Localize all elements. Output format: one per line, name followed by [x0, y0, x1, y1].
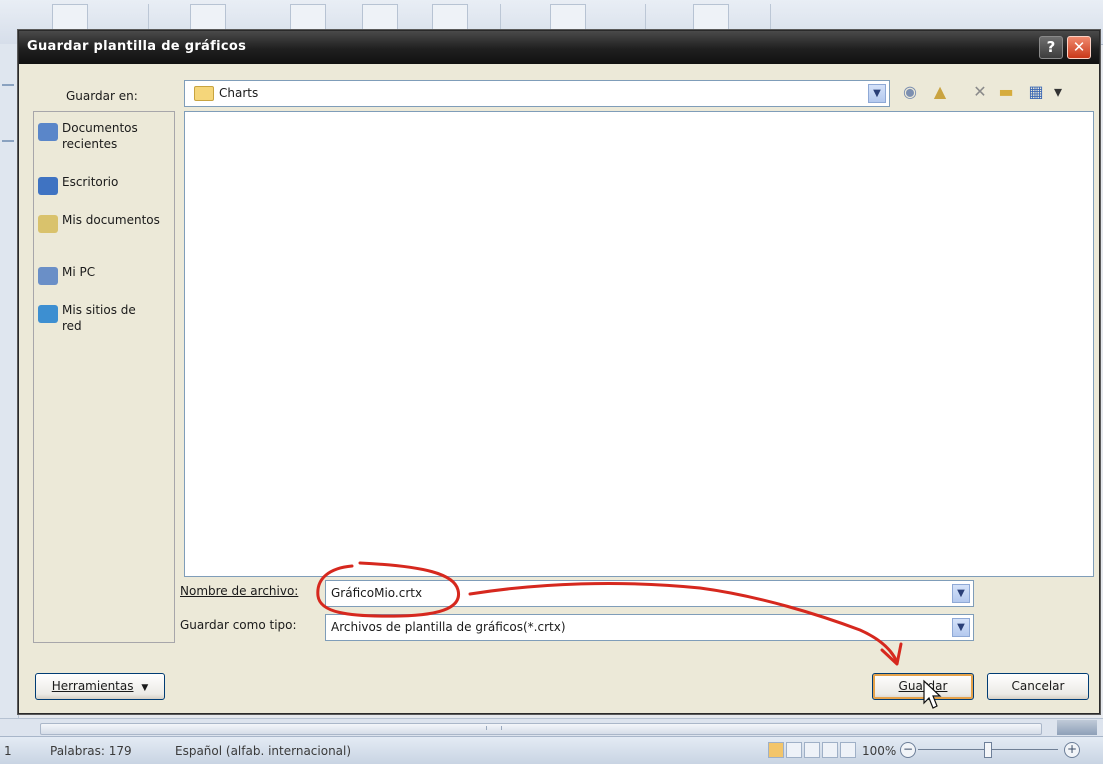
filename-value: GráficoMio.crtx — [331, 586, 423, 600]
place-desktop[interactable]: Escritorio — [38, 174, 170, 196]
scrollbar-thumb[interactable] — [40, 723, 1042, 735]
horizontal-scrollbar[interactable] — [0, 718, 1103, 737]
back-icon[interactable]: ◉ — [899, 80, 921, 104]
save-in-label: Guardar en: — [66, 89, 138, 103]
web-layout-view-button[interactable] — [804, 742, 820, 758]
up-folder-icon[interactable]: ▲ — [929, 80, 951, 104]
filetype-label: Guardar como tipo: — [180, 618, 297, 632]
zoom-in-button[interactable]: + — [1064, 742, 1080, 758]
filetype-value: Archivos de plantilla de gráficos(*.crtx… — [331, 620, 566, 634]
new-folder-icon[interactable]: ▬ — [995, 80, 1017, 104]
views-icon[interactable]: ▦ — [1025, 80, 1047, 104]
my-computer-icon — [38, 267, 58, 285]
cancel-label: Cancelar — [1011, 679, 1065, 693]
place-label: Escritorio — [62, 175, 119, 189]
chevron-down-icon[interactable]: ▼ — [952, 618, 970, 637]
zoom-out-button[interactable]: − — [900, 742, 916, 758]
document-left-edge — [0, 44, 19, 734]
outline-view-button[interactable] — [822, 742, 838, 758]
tools-button[interactable]: Herramientas ▼ — [35, 673, 165, 700]
close-button[interactable]: ✕ — [1067, 36, 1091, 59]
delete-icon[interactable]: ✕ — [969, 80, 991, 104]
place-label: Mis documentos — [62, 213, 160, 227]
place-my-documents[interactable]: Mis documentos — [38, 212, 170, 248]
filename-label: Nombre de archivo: — [180, 584, 299, 598]
tools-label: Herramientas — [51, 679, 134, 693]
status-bar: 1 Palabras: 179 Español (alfab. internac… — [0, 736, 1103, 764]
help-button[interactable]: ? — [1039, 36, 1063, 59]
filetype-dropdown[interactable]: Archivos de plantilla de gráficos(*.crtx… — [325, 614, 974, 641]
save-button[interactable]: Guardar — [872, 673, 974, 700]
place-recent-documents[interactable]: Documentos recientes — [38, 120, 170, 156]
save-chart-template-dialog: Guardar plantilla de gráficos ? ✕ Guarda… — [18, 30, 1100, 714]
draft-view-button[interactable] — [840, 742, 856, 758]
save-in-dropdown[interactable]: Charts ▼ — [184, 80, 890, 107]
chevron-down-icon[interactable]: ▼ — [952, 584, 970, 603]
desktop-icon — [38, 177, 58, 195]
chevron-down-icon[interactable]: ▼ — [868, 84, 886, 103]
my-documents-icon — [38, 215, 58, 233]
full-screen-view-button[interactable] — [786, 742, 802, 758]
place-label: Mis sitios de red — [62, 303, 136, 333]
file-list[interactable] — [184, 111, 1094, 577]
zoom-level[interactable]: 100% — [862, 744, 896, 758]
status-page: 1 — [4, 744, 12, 758]
dialog-title: Guardar plantilla de gráficos — [27, 39, 247, 54]
views-dropdown-icon[interactable]: ▾ — [1047, 80, 1069, 104]
folder-icon — [194, 86, 214, 101]
recent-documents-icon — [38, 123, 58, 141]
places-bar: Documentos recientes Escritorio Mis docu… — [33, 111, 175, 643]
status-language[interactable]: Español (alfab. internacional) — [175, 744, 351, 758]
place-my-computer[interactable]: Mi PC — [38, 264, 170, 286]
chevron-down-icon: ▼ — [141, 683, 149, 693]
cancel-button[interactable]: Cancelar — [987, 673, 1089, 700]
save-label: Guardar — [898, 679, 948, 693]
place-network[interactable]: Mis sitios de red — [38, 302, 170, 338]
status-word-count[interactable]: Palabras: 179 — [50, 744, 132, 758]
place-label: Documentos recientes — [62, 121, 138, 151]
filename-input[interactable]: GráficoMio.crtx ▼ — [325, 580, 974, 607]
network-places-icon — [38, 305, 58, 323]
zoom-slider-thumb[interactable] — [984, 742, 992, 758]
place-label: Mi PC — [62, 265, 96, 279]
scroll-right-arrow[interactable] — [1057, 720, 1097, 735]
dialog-title-bar[interactable]: Guardar plantilla de gráficos ? ✕ — [19, 31, 1099, 64]
current-folder: Charts — [219, 86, 259, 100]
print-layout-view-button[interactable] — [768, 742, 784, 758]
